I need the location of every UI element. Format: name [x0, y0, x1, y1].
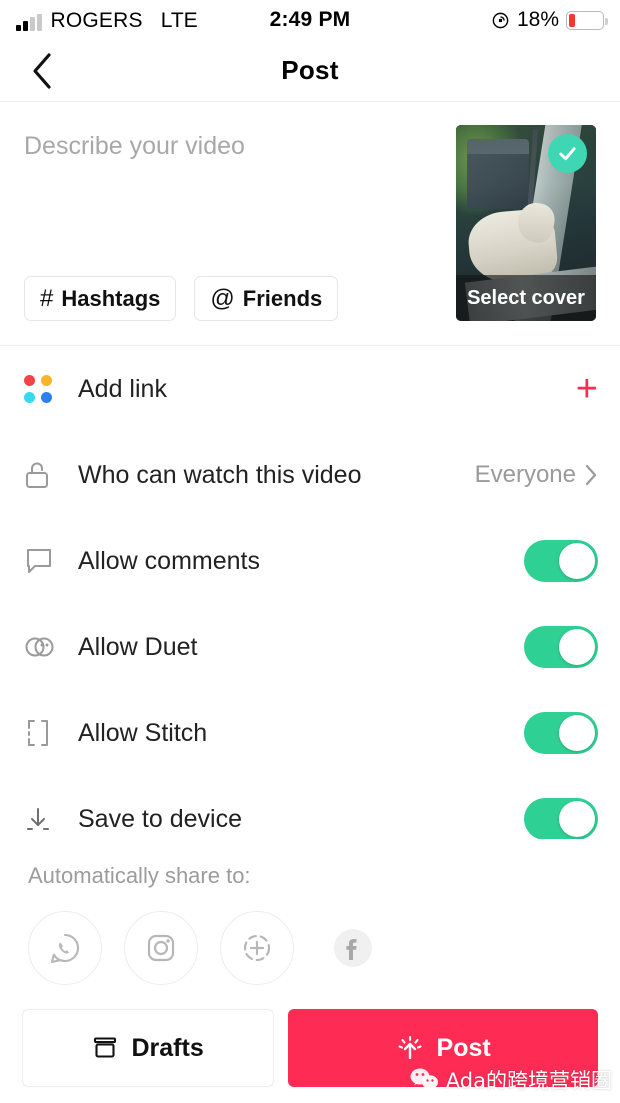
page-title: Post	[281, 55, 339, 85]
stitch-brackets-icon	[24, 718, 64, 748]
action-buttons: Drafts Post	[0, 985, 620, 1087]
status-bar-left: ROGERS LTE	[16, 10, 198, 31]
status-bar: ROGERS LTE 2:49 PM 18%	[0, 0, 620, 40]
post-button[interactable]: Post	[288, 1009, 598, 1087]
rotation-lock-icon	[492, 12, 509, 28]
instagram-story-icon	[243, 934, 271, 962]
status-bar-right: 18%	[491, 8, 608, 32]
hashtags-button[interactable]: # Hashtags	[24, 276, 177, 321]
description-input[interactable]: Describe your video	[24, 125, 440, 161]
allow-stitch-toggle[interactable]	[524, 712, 598, 754]
add-link-label: Add link	[78, 374, 167, 403]
setting-row-allow-comments[interactable]: Allow comments	[0, 518, 620, 604]
description-section: Describe your video # Hashtags @ Friends	[0, 103, 620, 346]
description-chips: # Hashtags @ Friends	[24, 276, 440, 321]
battery-percent: 18%	[516, 8, 559, 31]
auto-share-title: Automatically share to:	[28, 863, 251, 888]
setting-row-allow-duet[interactable]: Allow Duet	[0, 604, 620, 690]
check-circle-icon	[548, 134, 587, 173]
add-link-plus-button[interactable]: +	[576, 370, 598, 408]
save-to-device-label: Save to device	[78, 804, 242, 833]
chevron-right-icon	[585, 464, 597, 486]
video-cover-thumbnail[interactable]: Select cover	[456, 125, 596, 321]
who-can-watch-value: Everyone	[474, 461, 576, 488]
share-target-instagram-story[interactable]	[220, 911, 294, 985]
battery-icon	[566, 10, 608, 30]
tiktok-post-screen: ROGERS LTE 2:49 PM 18% Post Describe you…	[0, 0, 620, 1103]
share-target-facebook[interactable]	[316, 911, 390, 985]
upload-arrow-icon	[397, 1035, 422, 1060]
instagram-icon	[147, 934, 175, 962]
unlock-icon	[24, 459, 64, 491]
share-target-instagram[interactable]	[124, 911, 198, 985]
friends-button[interactable]: @ Friends	[194, 276, 339, 321]
hashtags-label: Hashtags	[61, 285, 161, 311]
drafts-button[interactable]: Drafts	[22, 1009, 275, 1087]
setting-row-allow-stitch[interactable]: Allow Stitch	[0, 690, 620, 776]
select-cover-label[interactable]: Select cover	[456, 275, 596, 321]
comment-bubble-icon	[24, 546, 64, 576]
save-to-device-toggle[interactable]	[524, 798, 598, 839]
setting-row-save-to-device[interactable]: Save to device	[0, 776, 620, 839]
chevron-left-icon	[33, 52, 51, 89]
allow-comments-label: Allow comments	[78, 546, 260, 575]
drafts-label: Drafts	[131, 1033, 204, 1062]
allow-comments-toggle[interactable]	[524, 540, 598, 582]
post-label: Post	[436, 1033, 491, 1062]
auto-share-targets	[0, 889, 620, 985]
carrier-name: ROGERS	[50, 8, 143, 32]
signal-strength-icon	[16, 13, 42, 31]
setting-row-who-can-watch[interactable]: Who can watch this video Everyone	[0, 432, 620, 518]
hashtag-icon: #	[40, 284, 54, 312]
download-icon	[24, 805, 64, 833]
who-can-watch-label: Who can watch this video	[78, 460, 362, 489]
allow-duet-label: Allow Duet	[78, 632, 198, 661]
friends-label: Friends	[242, 285, 323, 311]
bottom-action-panel: Automatically share to: Drafts Post	[0, 839, 620, 1103]
back-button[interactable]	[16, 40, 68, 101]
drafts-archive-icon	[94, 1037, 117, 1058]
four-dots-icon	[24, 375, 64, 403]
share-target-whatsapp[interactable]	[28, 911, 102, 985]
description-editor[interactable]: Describe your video # Hashtags @ Friends	[24, 125, 440, 321]
whatsapp-icon	[50, 933, 80, 964]
facebook-icon	[334, 929, 372, 967]
allow-stitch-label: Allow Stitch	[78, 718, 208, 747]
navigation-bar: Post	[0, 40, 620, 102]
at-mention-icon: @	[210, 284, 235, 312]
duet-icon	[24, 634, 64, 660]
post-settings-scroll[interactable]: Describe your video # Hashtags @ Friends	[0, 103, 620, 839]
network-type: LTE	[160, 8, 198, 32]
allow-duet-toggle[interactable]	[524, 626, 598, 668]
setting-row-add-link[interactable]: Add link +	[0, 346, 620, 432]
